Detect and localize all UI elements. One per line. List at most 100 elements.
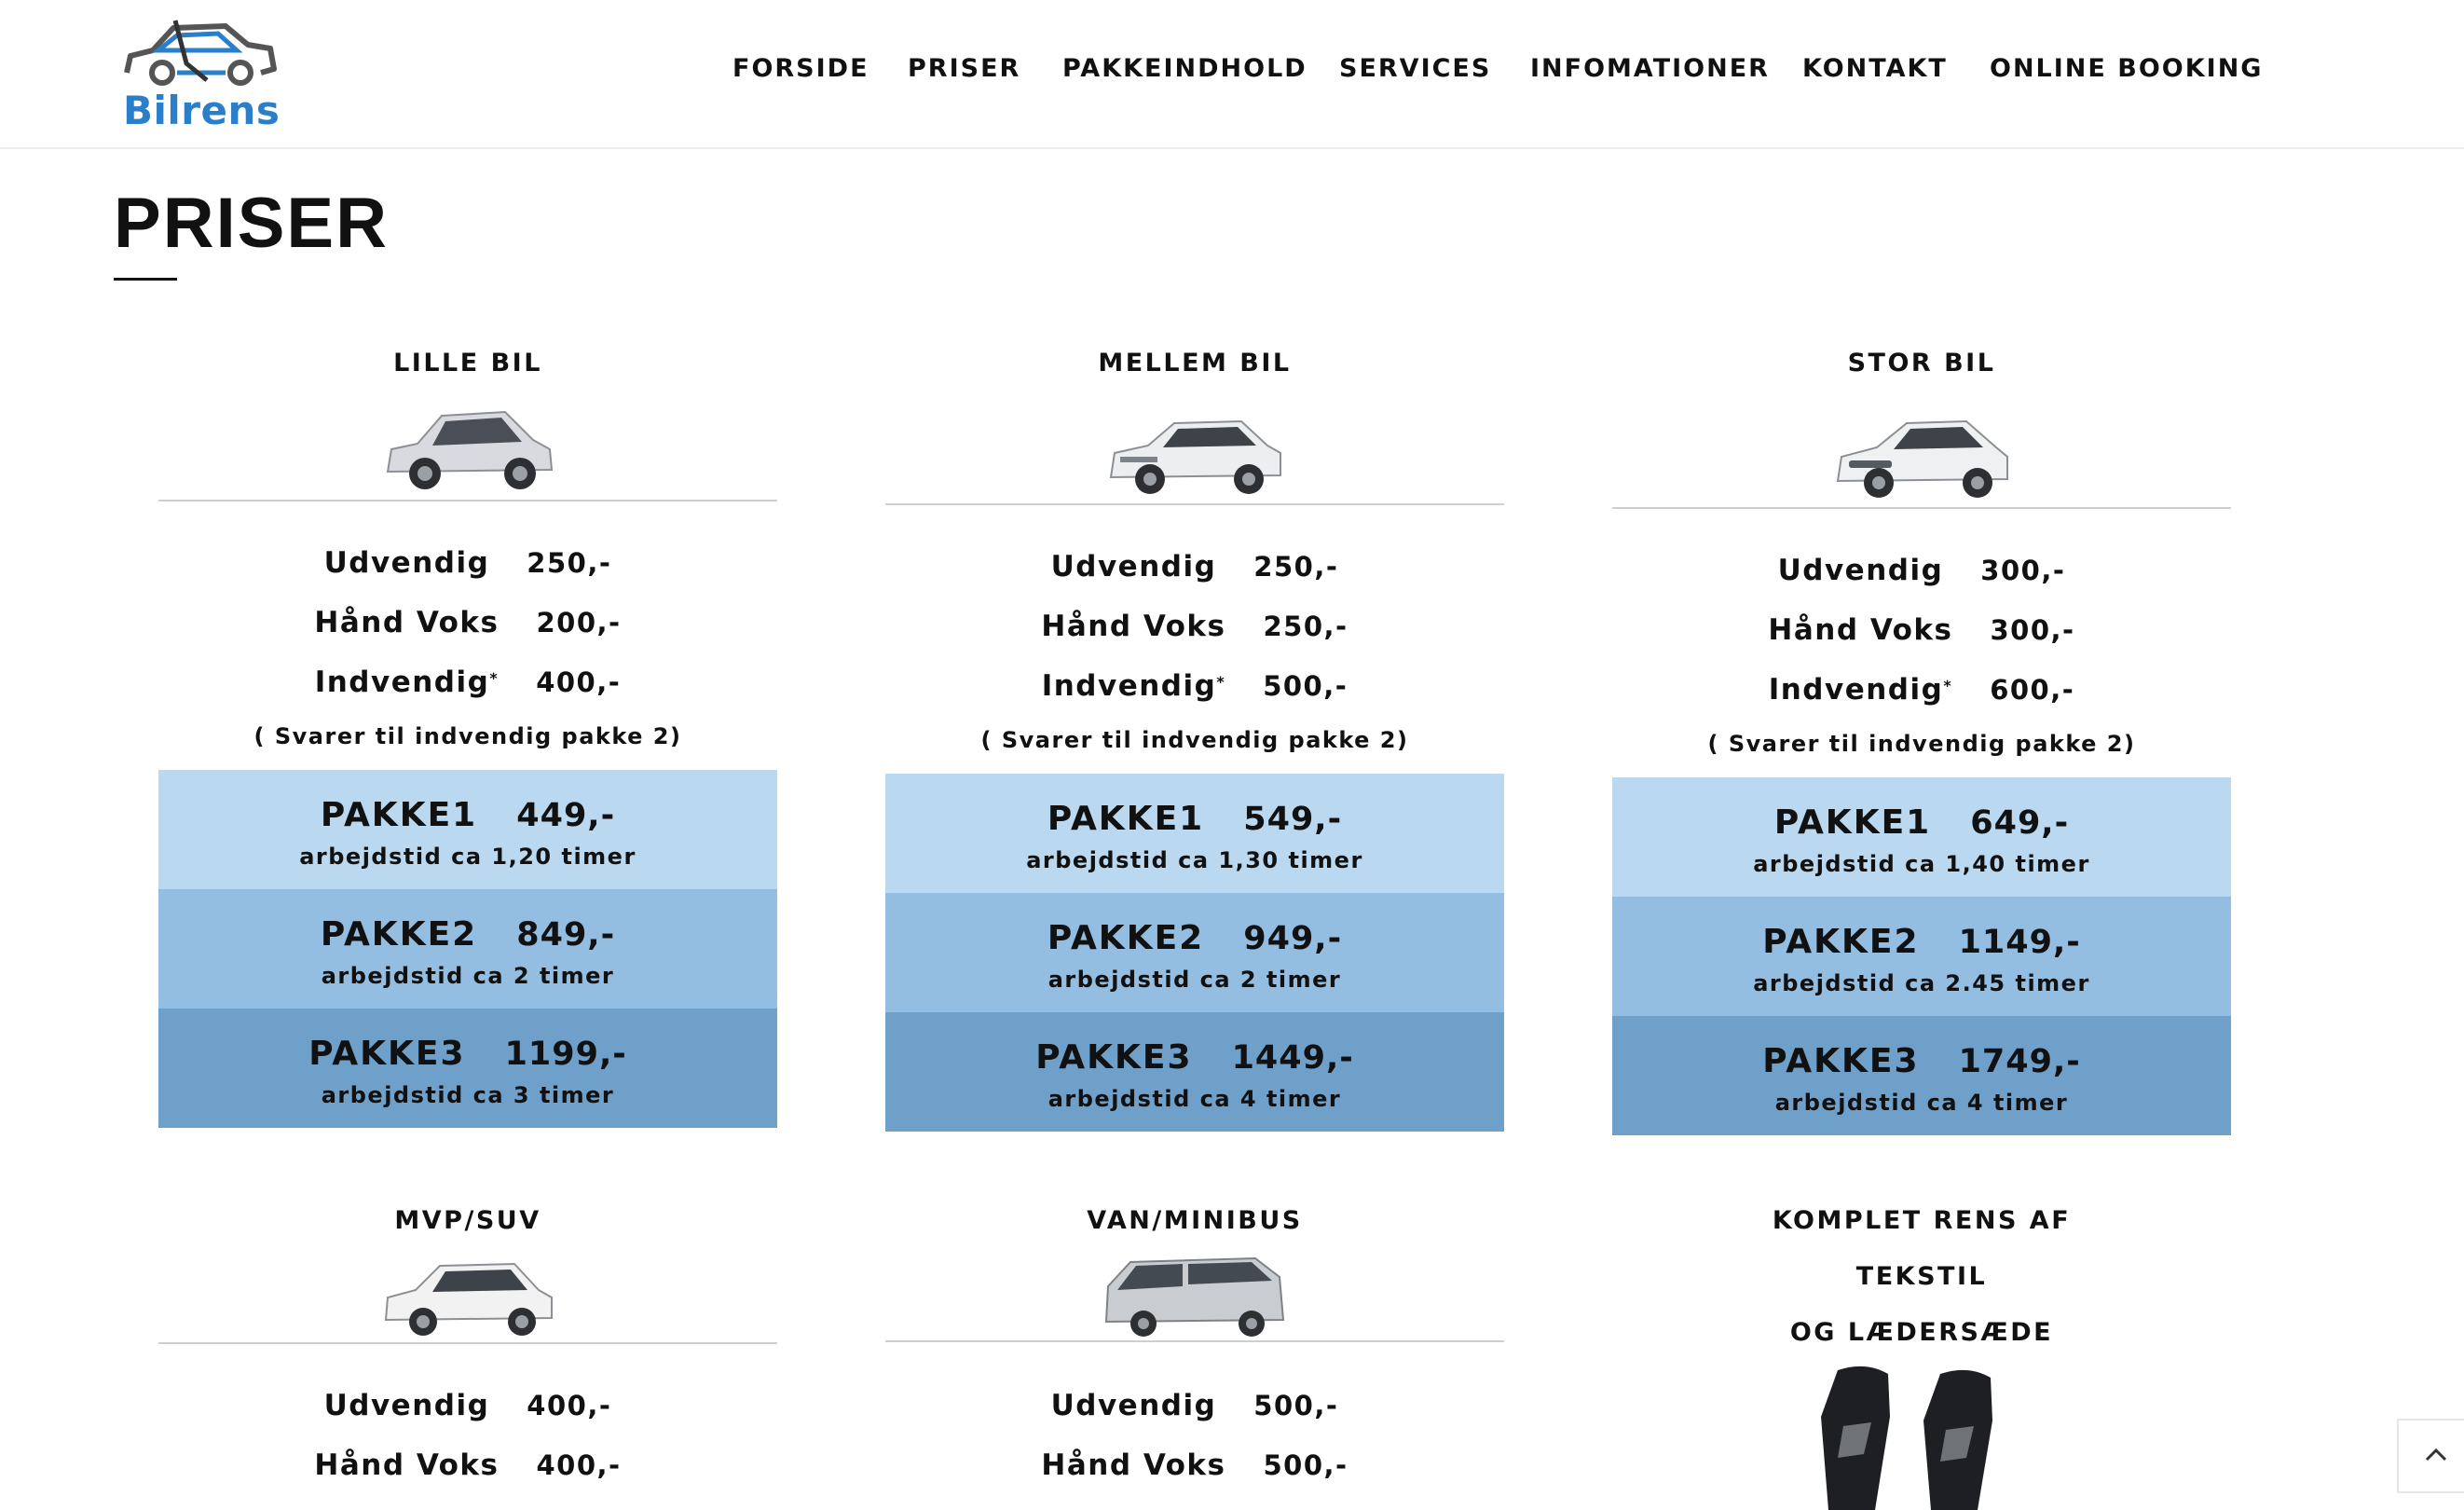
large-car-image xyxy=(1612,391,2231,503)
scroll-to-top-button[interactable] xyxy=(2397,1419,2464,1493)
package-price: 449,- xyxy=(516,797,616,834)
price-label: Hånd Voks xyxy=(1041,610,1226,643)
nav-online-booking[interactable]: ONLINE BOOKING xyxy=(1990,54,2263,83)
price-label: Hånd Voks xyxy=(1041,1448,1226,1482)
van-image xyxy=(885,1249,1504,1337)
price-row-indvendig: Indvendig* 500,- xyxy=(885,656,1504,716)
nav-pakkeindhold[interactable]: PAKKEINDHOLD xyxy=(1062,54,1307,83)
package-1: PAKKE1 449,- arbejdstid ca 1,20 timer xyxy=(158,770,777,889)
price-value: 600,- xyxy=(1990,674,2075,706)
asterisk: * xyxy=(1943,677,1953,694)
price-label: Indvendig xyxy=(1041,669,1217,703)
price-label: Udvendig xyxy=(323,1389,490,1422)
price-label: Udvendig xyxy=(323,546,490,580)
site-header: Bilrens FORSIDE PRISER PAKKEINDHOLD SERV… xyxy=(0,0,2464,149)
package-price: 1149,- xyxy=(1958,924,2081,961)
package-3: PAKKE3 1449,- arbejdstid ca 4 timer xyxy=(885,1012,1504,1132)
package-worktime: arbejdstid ca 3 timer xyxy=(321,1082,615,1108)
package-name: PAKKE2 xyxy=(1762,923,1920,961)
price-card-stor-bil: STOR BIL Udvendig 300,- Hånd Voks 300,- In… xyxy=(1612,336,2231,1135)
price-value: 250,- xyxy=(1263,611,1348,642)
car-icon xyxy=(384,1262,553,1336)
chevron-up-icon xyxy=(2425,1448,2447,1462)
package-price: 1199,- xyxy=(504,1036,627,1073)
package-price: 1749,- xyxy=(1958,1043,2081,1080)
price-row-haand-voks: Hånd Voks 200,- xyxy=(158,593,777,652)
nav-forside[interactable]: FORSIDE xyxy=(732,54,869,83)
price-value: 500,- xyxy=(1263,670,1348,702)
package-worktime: arbejdstid ca 2 timer xyxy=(1047,967,1342,993)
nav-infomationer[interactable]: INFOMATIONER xyxy=(1530,54,1770,83)
package-name: PAKKE3 xyxy=(1035,1038,1193,1077)
nav-kontakt[interactable]: KONTAKT xyxy=(1802,54,1948,83)
package-price: 1449,- xyxy=(1231,1039,1354,1077)
package-name: PAKKE2 xyxy=(1047,919,1205,957)
package-name: PAKKE1 xyxy=(1047,800,1205,838)
price-value: 400,- xyxy=(527,1390,612,1421)
card-title: MELLEM BIL xyxy=(1098,349,1292,378)
price-row-haand-voks: Hånd Voks 300,- xyxy=(1612,600,2231,660)
price-label: Indvendig xyxy=(314,666,490,699)
price-value: 500,- xyxy=(1263,1449,1348,1481)
price-card-lille-bil: LILLE BIL Udvendig 250,- Hånd Voks 200,- I… xyxy=(158,336,777,1128)
car-seat-icon xyxy=(1821,1366,1992,1510)
nav-services[interactable]: SERVICES xyxy=(1339,54,1491,83)
car-icon xyxy=(1109,419,1281,494)
price-value: 250,- xyxy=(1253,551,1339,583)
card-title-line-3: OG LÆDERSÆDE xyxy=(1789,1318,2054,1347)
package-2: PAKKE2 849,- arbejdstid ca 2 timer xyxy=(158,889,777,1009)
price-note: ( Svarer til indvendig pakke 2) xyxy=(1707,731,2136,757)
package-worktime: arbejdstid ca 4 timer xyxy=(1774,1090,2069,1116)
package-name: PAKKE3 xyxy=(308,1035,466,1073)
car-seats-image xyxy=(1612,1361,2231,1510)
price-row-udvendig: Udvendig 500,- xyxy=(885,1376,1504,1435)
price-label: Hånd Voks xyxy=(1768,613,1953,647)
price-row-udvendig: Udvendig 250,- xyxy=(158,533,777,593)
price-row-udvendig: Udvendig 250,- xyxy=(885,537,1504,597)
price-value: 400,- xyxy=(536,666,622,698)
price-label: Udvendig xyxy=(1777,554,1944,587)
price-row-indvendig: Indvendig* 400,- xyxy=(158,652,777,712)
package-worktime: arbejdstid ca 2 timer xyxy=(321,963,615,989)
package-2: PAKKE2 949,- arbejdstid ca 2 timer xyxy=(885,893,1504,1012)
card-title: VAN/MINIBUS xyxy=(1087,1206,1303,1235)
price-value: 300,- xyxy=(1980,555,2066,586)
price-label: Hånd Voks xyxy=(314,606,500,639)
price-value: 400,- xyxy=(536,1449,622,1481)
package-worktime: arbejdstid ca 4 timer xyxy=(1047,1086,1342,1112)
logo-text: Bilrens xyxy=(123,88,281,133)
price-label: Hånd Voks xyxy=(314,1448,500,1482)
package-1: PAKKE1 549,- arbejdstid ca 1,30 timer xyxy=(885,774,1504,893)
price-label: Indvendig xyxy=(1768,673,1944,707)
price-value: 200,- xyxy=(536,607,622,638)
package-name: PAKKE2 xyxy=(320,915,478,954)
logo[interactable]: Bilrens xyxy=(117,15,285,133)
van-icon xyxy=(1104,1256,1285,1337)
nav-priser[interactable]: PRISER xyxy=(908,54,1020,83)
price-row-haand-voks: Hånd Voks 400,- xyxy=(158,1435,777,1495)
price-note: ( Svarer til indvendig pakke 2) xyxy=(253,723,682,749)
price-row-udvendig: Udvendig 400,- xyxy=(158,1376,777,1435)
card-title-line-1: KOMPLET RENS AF xyxy=(1772,1206,2072,1235)
package-worktime: arbejdstid ca 2.45 timer xyxy=(1753,970,2090,996)
small-car-image xyxy=(158,391,777,496)
car-logo-icon xyxy=(124,20,277,86)
package-name: PAKKE1 xyxy=(1773,803,1932,842)
asterisk: * xyxy=(1216,673,1226,691)
car-icon xyxy=(1836,419,2008,498)
price-card-mvp-suv: MVP/SUV Udvendig 400,- Hånd Voks 400,- xyxy=(158,1193,777,1495)
card-title: LILLE BIL xyxy=(393,349,542,378)
medium-car-image xyxy=(885,391,1504,500)
package-price: 949,- xyxy=(1243,920,1343,957)
package-worktime: arbejdstid ca 1,30 timer xyxy=(1026,847,1363,873)
package-worktime: arbejdstid ca 1,40 timer xyxy=(1753,851,2090,877)
package-3: PAKKE3 1749,- arbejdstid ca 4 timer xyxy=(1612,1016,2231,1135)
price-card-mellem-bil: MELLEM BIL Udvendig 250,- Hånd Voks 250,- … xyxy=(885,336,1504,1132)
package-name: PAKKE3 xyxy=(1762,1042,1920,1080)
card-title: STOR BIL xyxy=(1847,349,1996,378)
price-label: Udvendig xyxy=(1050,550,1217,583)
package-price: 649,- xyxy=(1970,804,2070,842)
price-card-van-minibus: VAN/MINIBUS Udvendig 500,- Hånd Voks 500,- xyxy=(885,1193,1504,1495)
package-name: PAKKE1 xyxy=(320,796,478,834)
price-row-haand-voks: Hånd Voks 250,- xyxy=(885,597,1504,656)
